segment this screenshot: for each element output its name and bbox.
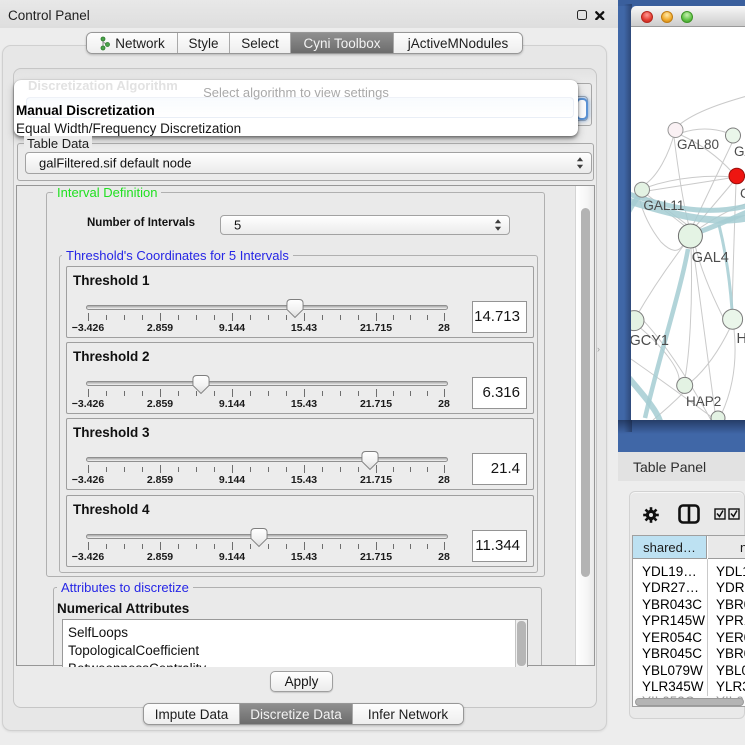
svg-text:GAL11: GAL11 xyxy=(643,198,684,213)
svg-text:GAL80: GAL80 xyxy=(677,137,719,152)
svg-text:GAL4: GAL4 xyxy=(692,250,729,266)
svg-text:C: C xyxy=(740,186,745,201)
svg-text:H: H xyxy=(737,331,745,347)
svg-text:HAP2: HAP2 xyxy=(686,394,721,409)
svg-text:GA: GA xyxy=(734,144,745,159)
svg-text:GCY1: GCY1 xyxy=(631,333,669,349)
